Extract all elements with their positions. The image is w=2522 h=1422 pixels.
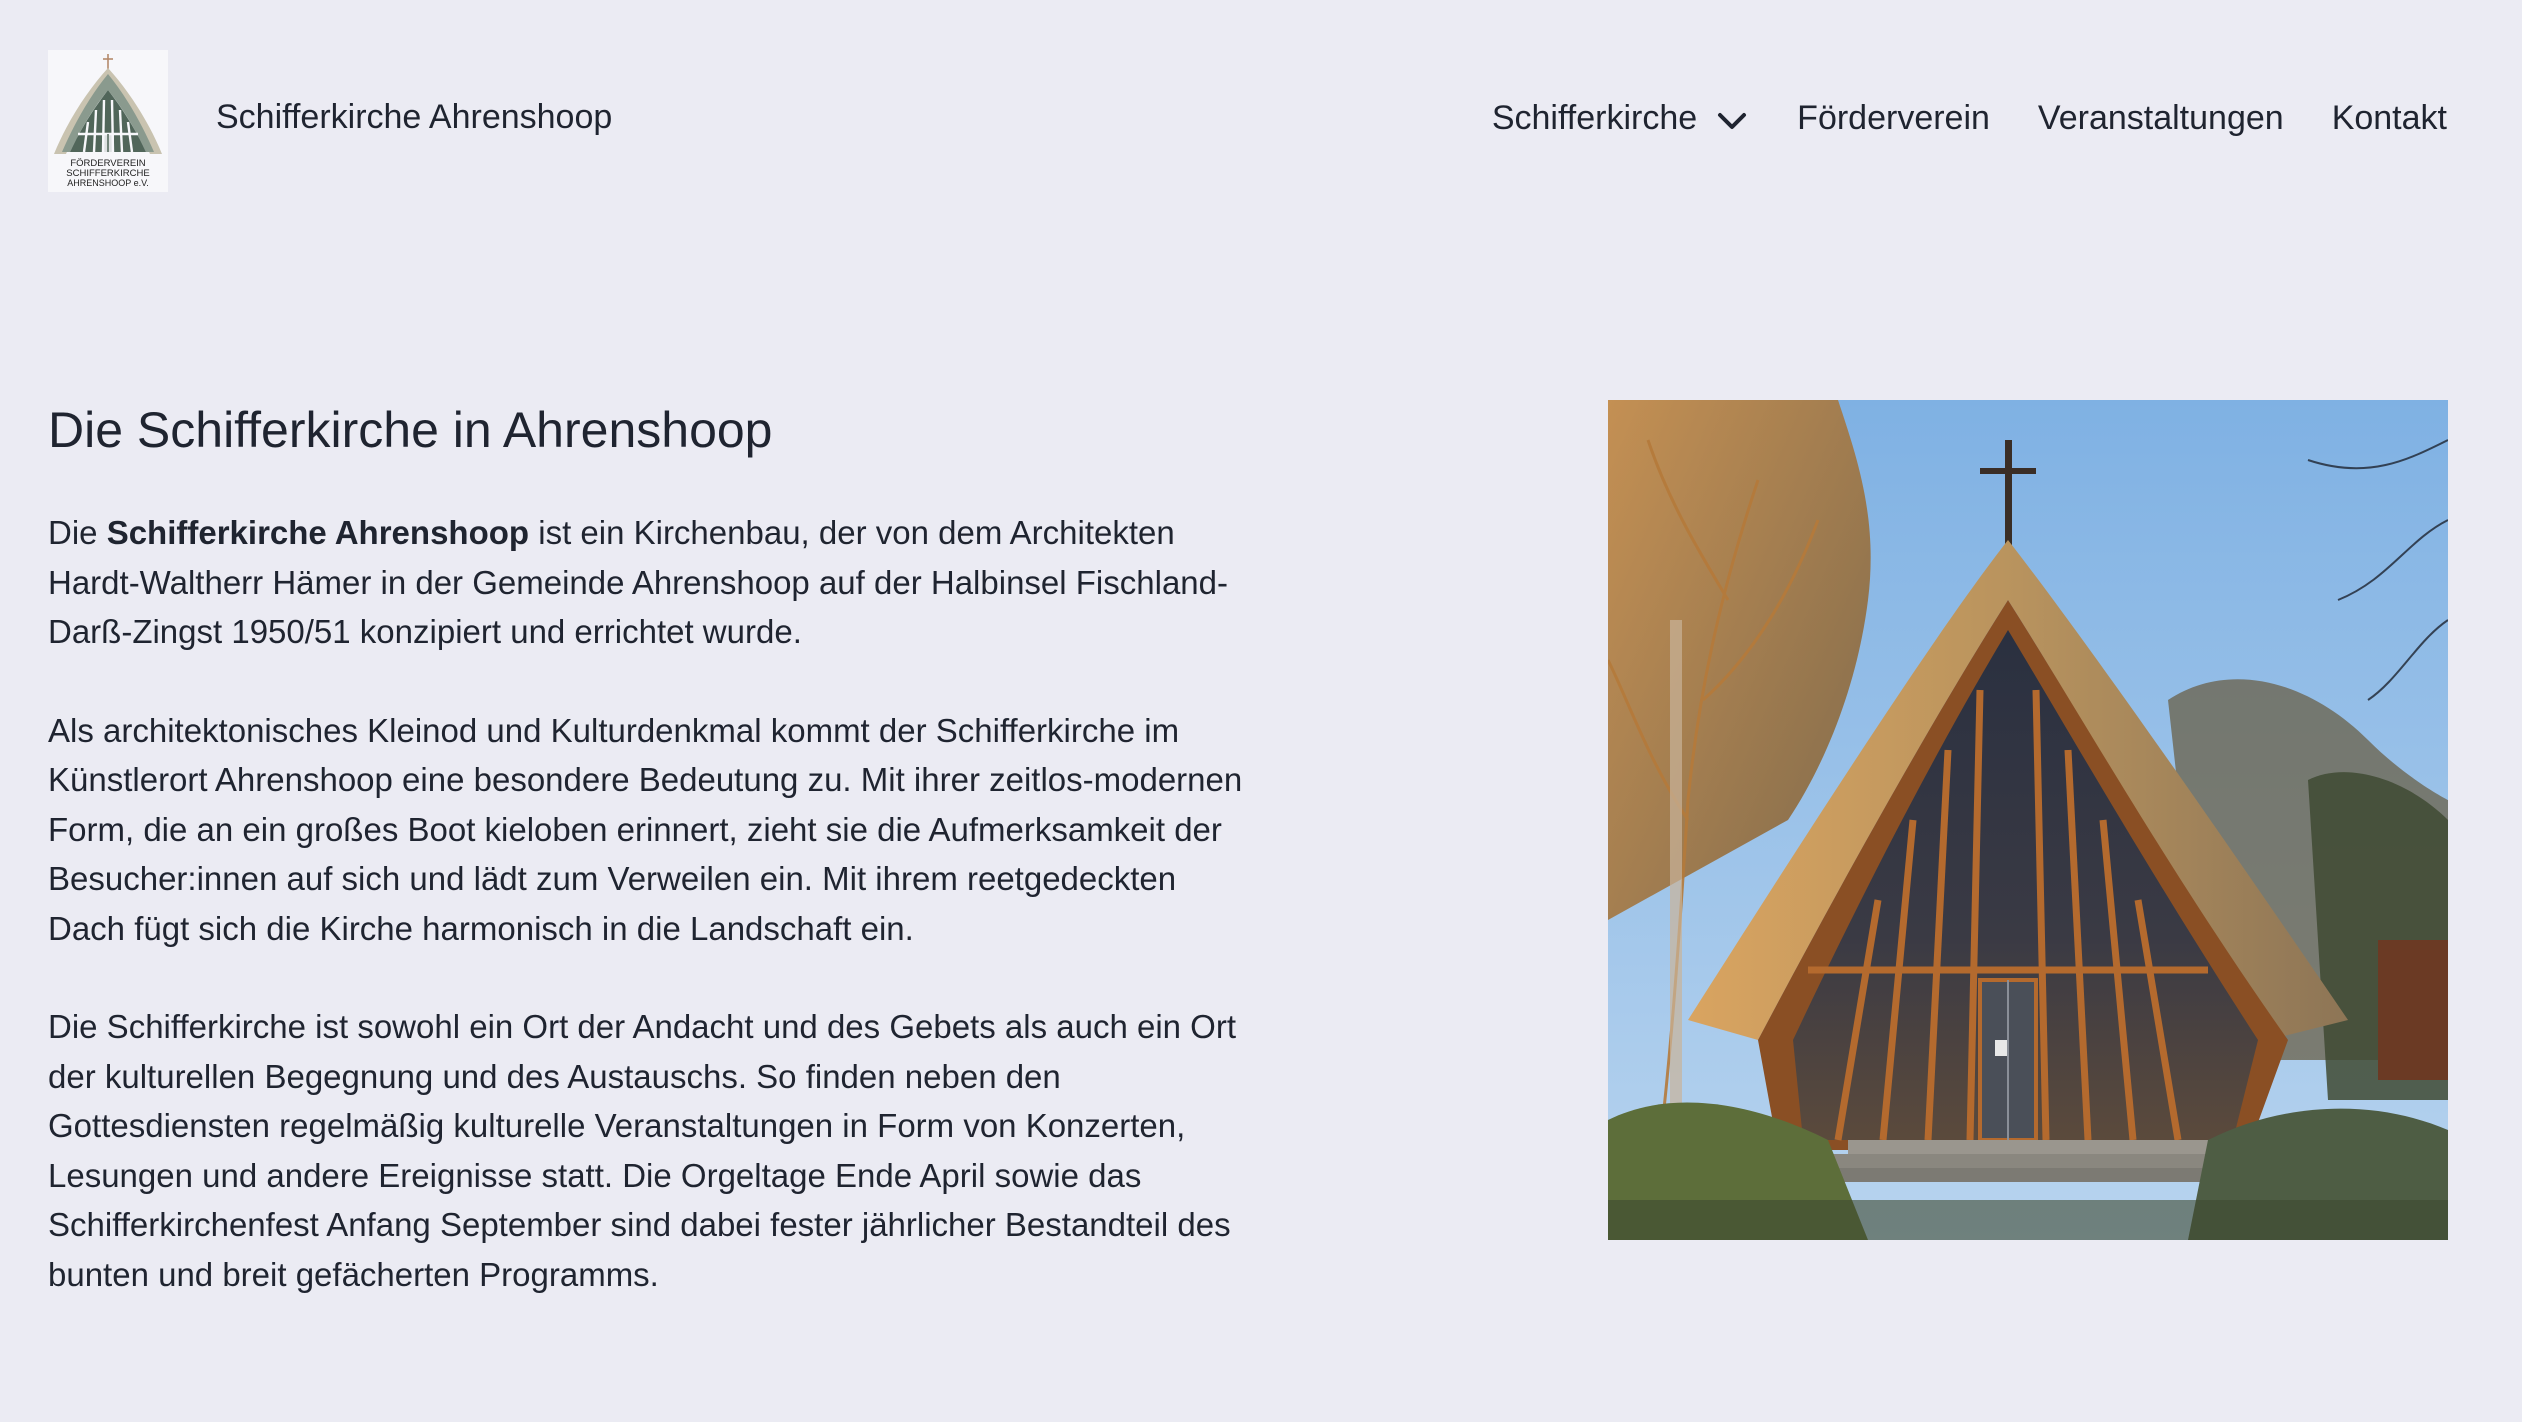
paragraph-prefix: Die xyxy=(48,514,107,551)
site-header: FÖRDERVEREIN SCHIFFERKIRCHE AHRENSHOOP e… xyxy=(48,50,2447,192)
page-title: Die Schifferkirche in Ahrenshoop xyxy=(48,402,773,458)
nav-item-foerderverein[interactable]: Förderverein xyxy=(1797,101,1990,135)
nav-item-veranstaltungen[interactable]: Veranstaltungen xyxy=(2038,101,2284,135)
intro-paragraph-3: Die Schifferkirche ist sowohl ein Ort de… xyxy=(48,1008,1236,1293)
nav-item-schifferkirche[interactable]: Schifferkirche xyxy=(1492,98,1749,138)
logo-text-line-3: AHRENSHOOP e.V. xyxy=(67,178,149,188)
paragraph-bold-name: Schifferkirche Ahrenshoop xyxy=(106,514,530,551)
site-title-link[interactable]: Schifferkirche Ahrenshoop xyxy=(216,100,612,134)
nav-item-label: Schifferkirche xyxy=(1491,99,1698,137)
site-logo[interactable]: FÖRDERVEREIN SCHIFFERKIRCHE AHRENSHOOP e… xyxy=(48,50,168,192)
intro-section: Die Schifferkirche in Ahrenshoop Die Sch… xyxy=(48,400,1248,1348)
chevron-down-icon[interactable] xyxy=(1715,104,1749,138)
intro-paragraph-2: Als architektonisches Kleinod und Kultur… xyxy=(48,711,1243,947)
church-logo-icon: FÖRDERVEREIN SCHIFFERKIRCHE AHRENSHOOP e… xyxy=(48,50,168,192)
nav-item-kontakt[interactable]: Kontakt xyxy=(2332,101,2447,135)
intro-paragraph-1: Die Schifferkirche Ahrenshoop ist ein Ki… xyxy=(48,508,1248,657)
main-navigation: Schifferkirche Förderverein Veranstaltun… xyxy=(1492,98,2447,138)
church-photo xyxy=(1608,400,2448,1240)
